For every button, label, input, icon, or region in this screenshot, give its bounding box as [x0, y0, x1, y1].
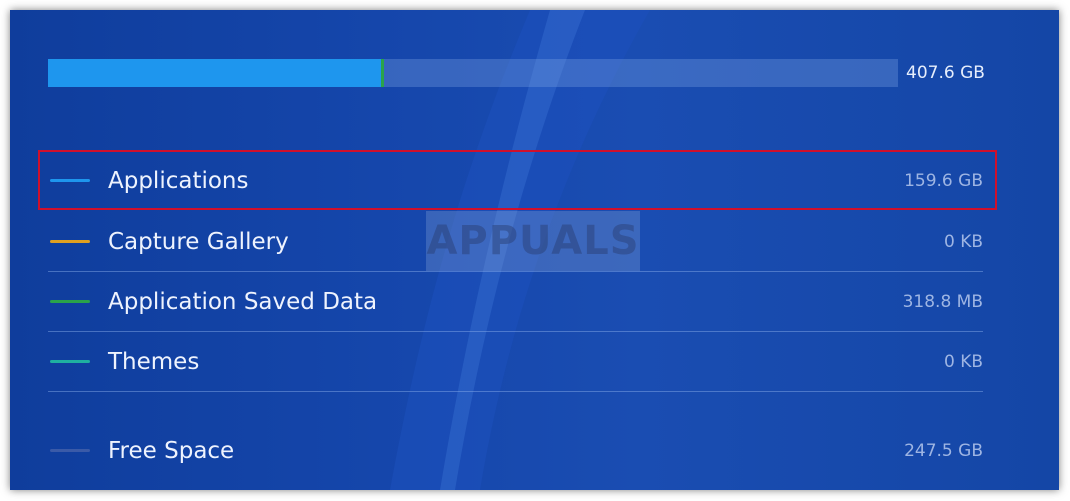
storage-row-application-saved-data[interactable]: Application Saved Data 318.8 MB — [48, 271, 983, 331]
storage-row-value: 318.8 MB — [902, 292, 983, 312]
storage-row-label: Application Saved Data — [108, 289, 378, 315]
storage-total-label: 407.6 GB — [906, 63, 985, 83]
applications-color-swatch — [50, 179, 90, 182]
storage-row-value: 159.6 GB — [904, 171, 983, 191]
storage-bar-applications-segment — [48, 59, 381, 87]
storage-row-free-space: Free Space 247.5 GB — [48, 420, 983, 480]
storage-row-value: 0 KB — [943, 352, 983, 372]
capture-gallery-color-swatch — [50, 240, 90, 243]
themes-color-swatch — [50, 360, 90, 363]
free-space-color-swatch — [50, 449, 90, 452]
storage-row-value: 0 KB — [943, 232, 983, 252]
storage-row-label: Capture Gallery — [108, 229, 289, 255]
storage-row-themes[interactable]: Themes 0 KB — [48, 331, 983, 391]
saved-data-color-swatch — [50, 300, 90, 303]
row-divider — [48, 391, 983, 392]
storage-usage-bar — [48, 59, 898, 87]
storage-row-applications[interactable]: Applications 159.6 GB — [48, 150, 983, 210]
storage-bar-saved-data-segment — [381, 59, 384, 87]
storage-row-label: Free Space — [108, 438, 235, 464]
storage-row-value: 247.5 GB — [904, 441, 983, 461]
storage-row-label: Themes — [108, 349, 200, 375]
appuals-watermark: APPUALS — [426, 211, 640, 271]
storage-row-label: Applications — [108, 168, 249, 194]
storage-screen: 407.6 GB Applications 159.6 GB Capture G… — [10, 10, 1059, 490]
